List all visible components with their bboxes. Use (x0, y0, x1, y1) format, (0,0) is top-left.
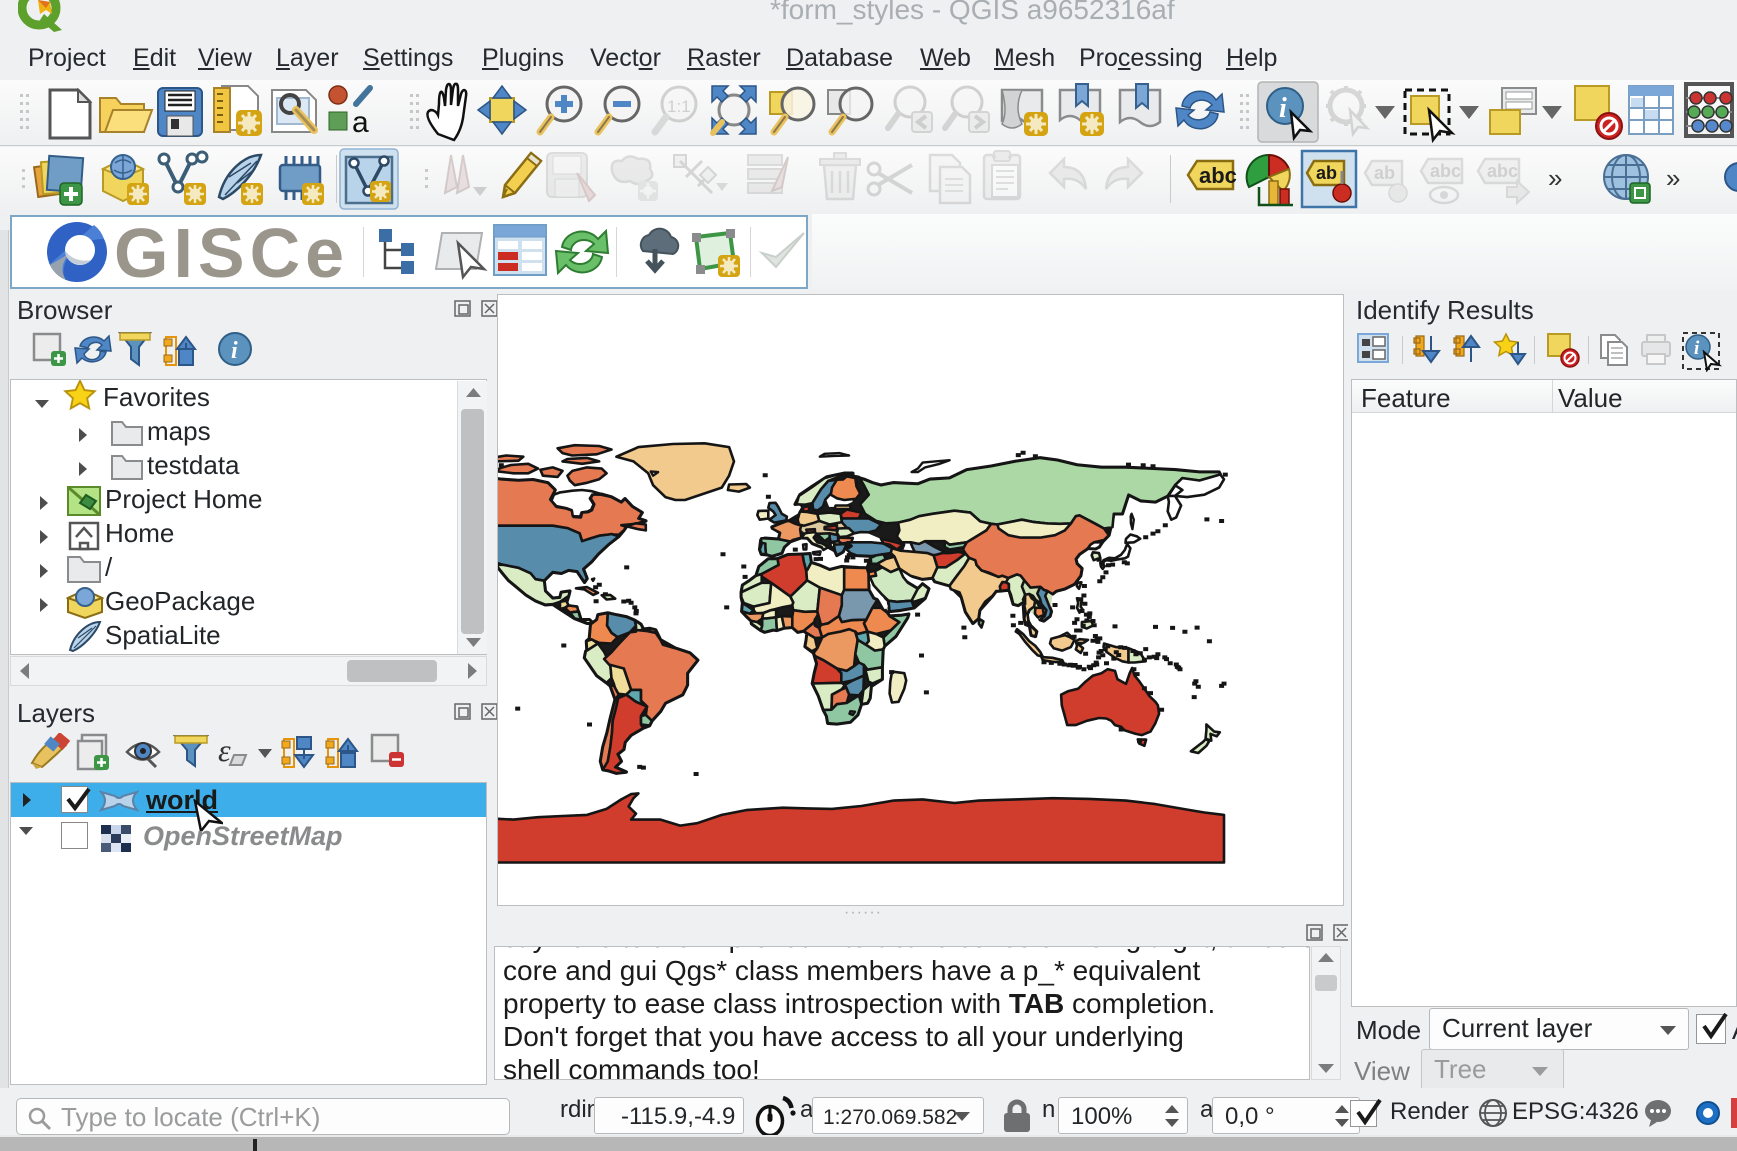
svg-text:»: » (1666, 163, 1680, 193)
svg-text:GISCe: GISCe (114, 217, 349, 287)
svg-text:i: i (1694, 338, 1700, 359)
svg-text:a: a (352, 106, 369, 139)
svg-text:ab: ab (1374, 163, 1395, 183)
svg-text:abc: abc (1487, 161, 1518, 181)
svg-text:abc: abc (1430, 161, 1461, 181)
svg-text:»: » (1548, 163, 1562, 193)
svg-text:i: i (231, 338, 238, 364)
svg-text:1:1: 1:1 (667, 97, 691, 116)
svg-text:ε: ε (218, 733, 231, 768)
svg-text:i: i (1279, 93, 1287, 124)
svg-text:abc: abc (1199, 163, 1237, 188)
svg-text:ab: ab (1316, 163, 1337, 183)
